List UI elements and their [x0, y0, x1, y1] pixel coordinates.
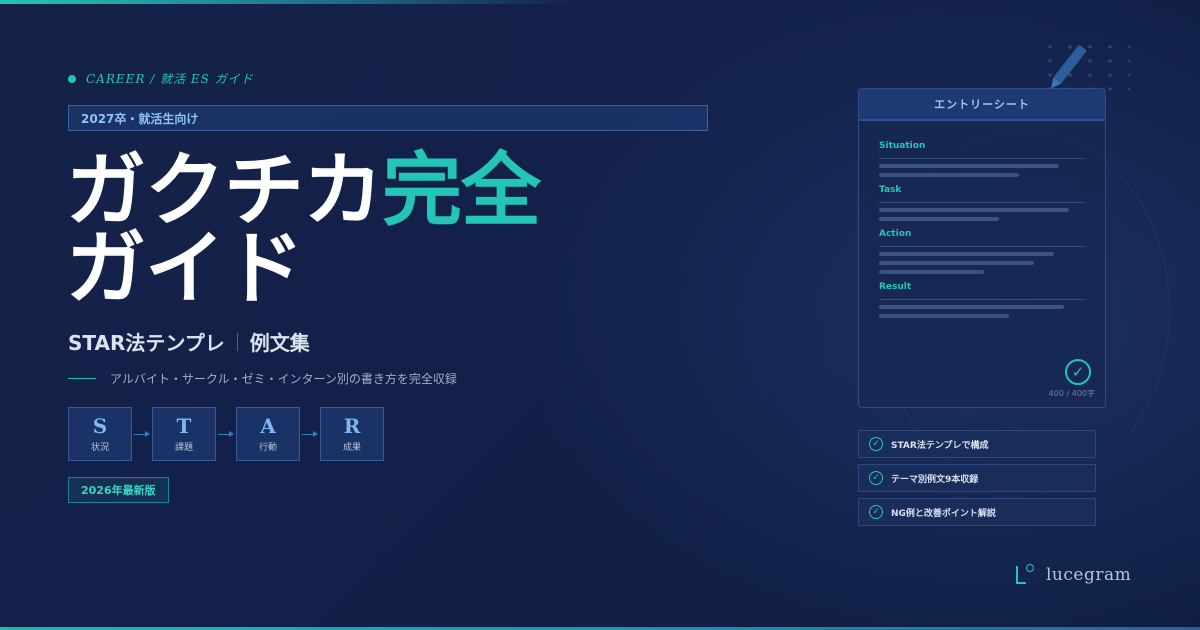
text-placeholder-bar [879, 208, 1069, 212]
star-letter: R [343, 414, 361, 438]
check-circle-icon: ✓ [1065, 359, 1091, 385]
star-step-t: T 課題 [152, 407, 216, 461]
character-count: 400 / 400字 [1048, 389, 1095, 398]
feature-label: テーマ別例文9本収録 [891, 474, 979, 485]
feature-item: ✓ テーマ別例文9本収録 [858, 464, 1096, 492]
sheet-section-situation: Situation [879, 141, 1085, 177]
subtitle-divider [236, 332, 238, 351]
text-placeholder-bar [879, 270, 984, 274]
star-steps: S 状況 T 課題 A 行動 R 成果 [68, 407, 384, 461]
star-step-s: S 状況 [68, 407, 132, 461]
check-icon: ✓ [869, 505, 883, 519]
divider [879, 202, 1085, 203]
feature-label: NG例と改善ポイント解説 [891, 508, 996, 519]
sheet-title: エントリーシート [859, 89, 1105, 121]
entry-sheet-illustration: エントリーシート Situation Task Action Result ✓ … [858, 88, 1106, 408]
feature-list: ✓ STAR法テンプレで構成 ✓ テーマ別例文9本収録 ✓ NG例と改善ポイント… [858, 430, 1096, 532]
subtitle-left: STAR法テンプレ [68, 331, 225, 355]
star-label: 状況 [90, 443, 109, 453]
divider [879, 246, 1085, 247]
star-label: 成果 [342, 443, 361, 453]
text-placeholder-bar [879, 164, 1059, 168]
top-accent-bar [0, 0, 1200, 4]
star-step-a: A 行動 [236, 407, 300, 461]
star-letter: A [260, 414, 276, 438]
text-placeholder-bar [879, 314, 1009, 318]
divider [879, 299, 1085, 300]
page-title: ガクチカ完全 ガイド [66, 151, 541, 315]
text-placeholder-bar [879, 261, 1034, 265]
eyebrow: CAREER / 就活 ES ガイド [68, 70, 254, 87]
arrow-right-icon [300, 429, 320, 439]
check-icon: ✓ [869, 471, 883, 485]
check-icon: ✓ [869, 437, 883, 451]
title-line2: ガイド [66, 222, 304, 315]
feature-label: STAR法テンプレで構成 [891, 440, 989, 451]
text-placeholder-bar [879, 252, 1054, 256]
edition-badge: 2026年最新版 [68, 477, 169, 503]
arrow-right-icon [132, 429, 152, 439]
sheet-section-label: Action [879, 229, 912, 239]
description: アルバイト・サークル・ゼミ・インターン別の書き方を完全収録 [68, 370, 457, 387]
star-label: 課題 [174, 443, 193, 453]
text-placeholder-bar [879, 217, 999, 221]
sheet-section-label: Situation [879, 141, 926, 151]
star-step-r: R 成果 [320, 407, 384, 461]
star-letter: S [92, 414, 108, 438]
subtitle: STAR法テンプレ 例文集 [68, 327, 310, 356]
description-line [68, 378, 96, 379]
text-placeholder-bar [879, 305, 1064, 309]
sheet-section-result: Result [879, 282, 1085, 318]
brand-name: lucegram [1046, 565, 1132, 585]
text-placeholder-bar [879, 173, 1019, 177]
arrow-right-icon [216, 429, 236, 439]
subtitle-right: 例文集 [249, 331, 310, 355]
title-accent: 完全 [382, 144, 541, 237]
star-letter: T [176, 414, 192, 438]
eyebrow-text: CAREER / 就活 ES ガイド [86, 72, 254, 86]
divider [879, 158, 1085, 159]
feature-item: ✓ STAR法テンプレで構成 [858, 430, 1096, 458]
sheet-section-action: Action [879, 229, 1085, 274]
brand-logo: lucegram [1014, 564, 1131, 586]
lucegram-logo-icon [1014, 564, 1036, 586]
star-label: 行動 [258, 443, 277, 453]
sheet-section-label: Result [879, 282, 912, 292]
target-badge: 2027卒・就活生向け [68, 105, 708, 131]
description-text: アルバイト・サークル・ゼミ・インターン別の書き方を完全収録 [110, 372, 457, 386]
sheet-section-task: Task [879, 185, 1085, 221]
eyebrow-dot-icon [68, 74, 76, 83]
feature-item: ✓ NG例と改善ポイント解説 [858, 498, 1096, 526]
sheet-section-label: Task [879, 185, 902, 195]
